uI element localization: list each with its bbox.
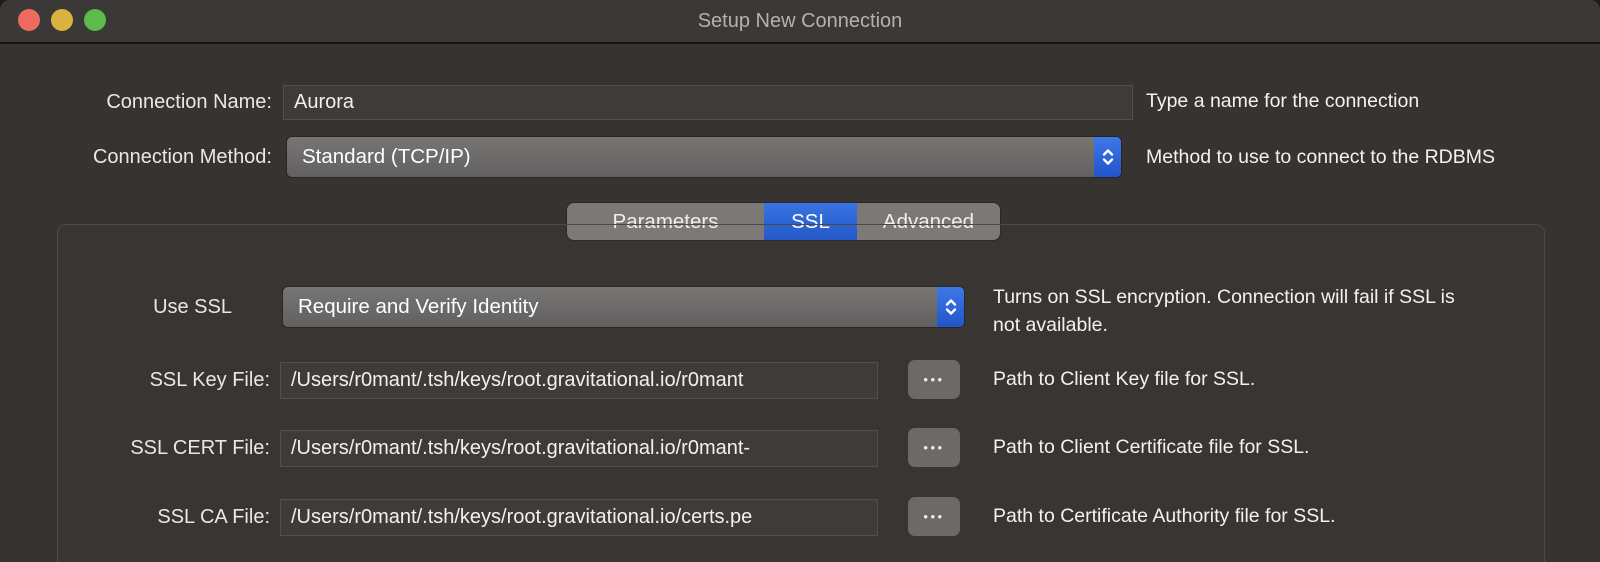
chevron-up-down-icon xyxy=(937,287,964,327)
connection-method-value: Standard (TCP/IP) xyxy=(302,137,1087,177)
close-button[interactable] xyxy=(18,9,40,31)
ssl-key-file-label: SSL Key File: xyxy=(0,362,270,398)
connection-name-input[interactable] xyxy=(283,85,1133,120)
titlebar: Setup New Connection xyxy=(0,0,1600,44)
ssl-key-file-input[interactable] xyxy=(280,362,878,399)
ssl-cert-file-input[interactable] xyxy=(280,430,878,467)
chevron-up-down-icon xyxy=(1094,137,1121,177)
use-ssl-value: Require and Verify Identity xyxy=(298,287,930,327)
use-ssl-select[interactable]: Require and Verify Identity xyxy=(283,287,964,327)
connection-method-label: Connection Method: xyxy=(0,137,272,177)
ssl-cert-file-label: SSL CERT File: xyxy=(0,430,270,466)
window-title: Setup New Connection xyxy=(0,0,1600,43)
use-ssl-label: Use SSL xyxy=(0,287,232,327)
ellipsis-icon: ••• xyxy=(923,440,944,455)
ssl-ca-file-hint: Path to Certificate Authority file for S… xyxy=(993,505,1336,528)
connection-name-label: Connection Name: xyxy=(0,85,272,119)
setup-new-connection-dialog: Setup New Connection Connection Name: Ty… xyxy=(0,0,1600,562)
zoom-button[interactable] xyxy=(84,9,106,31)
ssl-key-browse-button[interactable]: ••• xyxy=(908,360,960,399)
ellipsis-icon: ••• xyxy=(923,509,944,524)
connection-method-select[interactable]: Standard (TCP/IP) xyxy=(287,137,1121,177)
ellipsis-icon: ••• xyxy=(923,372,944,387)
ssl-cert-browse-button[interactable]: ••• xyxy=(908,428,960,467)
ssl-key-file-hint: Path to Client Key file for SSL. xyxy=(993,368,1255,391)
ssl-ca-browse-button[interactable]: ••• xyxy=(908,497,960,536)
connection-method-hint: Method to use to connect to the RDBMS xyxy=(1146,146,1495,169)
minimize-button[interactable] xyxy=(51,9,73,31)
ssl-cert-file-hint: Path to Client Certificate file for SSL. xyxy=(993,436,1309,459)
ssl-ca-file-input[interactable] xyxy=(280,499,878,536)
use-ssl-hint: Turns on SSL encryption. Connection will… xyxy=(993,284,1481,339)
connection-name-hint: Type a name for the connection xyxy=(1146,90,1419,113)
ssl-ca-file-label: SSL CA File: xyxy=(0,499,270,535)
